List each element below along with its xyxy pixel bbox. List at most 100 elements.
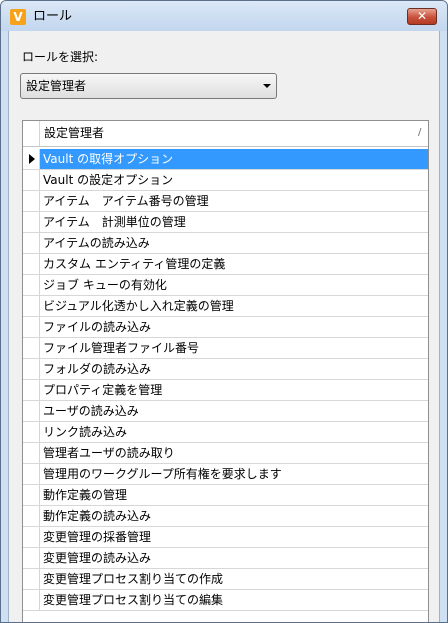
row-header-cell[interactable] xyxy=(23,170,40,190)
role-dropdown[interactable]: 設定管理者 xyxy=(20,73,277,99)
table-row[interactable]: 管理者ユーザの読み取り xyxy=(23,443,428,464)
permission-label: ジョブ キューの有効化 xyxy=(43,278,167,292)
row-header-cell[interactable] xyxy=(23,296,40,316)
permission-cell[interactable]: ファイル管理者ファイル番号 xyxy=(40,338,428,358)
permission-label: フォルダの読み込み xyxy=(43,362,152,376)
row-header-cell[interactable] xyxy=(23,569,40,589)
vault-app-icon: V xyxy=(10,9,26,25)
permission-label: 変更管理プロセス割り当ての編集 xyxy=(43,593,224,607)
permission-cell[interactable]: ビジュアル化透かし入れ定義の管理 xyxy=(40,296,428,316)
row-header-cell[interactable] xyxy=(23,527,40,547)
permission-cell[interactable]: リンク読み込み xyxy=(40,422,428,442)
table-row[interactable]: プロパティ定義を管理 xyxy=(23,380,428,401)
row-header-cell[interactable] xyxy=(23,275,40,295)
permission-label: アイテムの読み込み xyxy=(43,236,150,250)
row-header-cell[interactable] xyxy=(23,506,40,526)
table-row[interactable]: ファイルの読み込み xyxy=(23,317,428,338)
table-row[interactable]: 管理用のワークグループ所有権を要求します xyxy=(23,464,428,485)
permission-label: 変更管理プロセス割り当ての作成 xyxy=(43,572,224,586)
permission-label: ファイルの読み込み xyxy=(43,320,152,334)
permission-label: ビジュアル化透かし入れ定義の管理 xyxy=(43,299,234,313)
table-row[interactable]: アイテム 計測単位の管理 xyxy=(23,212,428,233)
row-header-cell[interactable] xyxy=(23,149,40,169)
row-header-cell[interactable] xyxy=(23,317,40,337)
window-title: ロール xyxy=(33,9,73,24)
permission-cell[interactable]: プロパティ定義を管理 xyxy=(40,380,428,400)
permission-cell[interactable]: ジョブ キューの有効化 xyxy=(40,275,428,295)
permission-label: 管理用のワークグループ所有権を要求します xyxy=(43,467,282,481)
row-header-cell[interactable] xyxy=(23,359,40,379)
table-row[interactable]: Vault の設定オプション xyxy=(23,170,428,191)
permission-label: アイテム アイテム番号の管理 xyxy=(43,194,209,208)
row-header-cell[interactable] xyxy=(23,338,40,358)
row-header-cell[interactable] xyxy=(23,380,40,400)
row-header-cell[interactable] xyxy=(23,191,40,211)
chevron-down-icon xyxy=(263,84,271,88)
permission-label: プロパティ定義を管理 xyxy=(43,383,163,397)
permission-cell[interactable]: 管理用のワークグループ所有権を要求します xyxy=(40,464,428,484)
permissions-grid[interactable]: 設定管理者 / Vault の取得オプション Vault の設定オプション アイテム… xyxy=(22,120,429,622)
title-bar[interactable]: V ロール ✕ xyxy=(1,1,447,31)
table-row[interactable]: アイテムの読み込み xyxy=(23,233,428,254)
table-row[interactable]: 変更管理プロセス割り当ての作成 xyxy=(23,569,428,590)
permission-label: 変更管理の読み込み xyxy=(43,551,152,565)
permission-label: Vault の設定オプション xyxy=(43,173,174,187)
grid-header-row: 設定管理者 / xyxy=(23,121,428,147)
table-row[interactable]: 変更管理の読み込み xyxy=(23,548,428,569)
column-header-role[interactable]: 設定管理者 xyxy=(44,126,104,140)
permission-label: アイテム 計測単位の管理 xyxy=(43,215,186,229)
permission-label: 変更管理の採番管理 xyxy=(43,530,152,544)
permission-label: ファイル管理者ファイル番号 xyxy=(43,341,200,355)
permission-label: 動作定義の管理 xyxy=(43,488,128,502)
permission-cell[interactable]: 動作定義の管理 xyxy=(40,485,428,505)
roles-dialog: V ロール ✕ ロールを選択: 設定管理者 設定管理者 / Vault の取得オ… xyxy=(0,0,448,623)
table-row[interactable]: リンク読み込み xyxy=(23,422,428,443)
row-header-cell[interactable] xyxy=(23,590,40,610)
permission-label: リンク読み込み xyxy=(43,425,128,439)
permission-cell[interactable]: ユーザの読み込み xyxy=(40,401,428,421)
table-row[interactable]: 変更管理の採番管理 xyxy=(23,527,428,548)
row-header-cell[interactable] xyxy=(23,212,40,232)
row-header-cell[interactable] xyxy=(23,443,40,463)
sort-indicator-icon: / xyxy=(418,127,422,138)
table-row[interactable]: カスタム エンティティ管理の定義 xyxy=(23,254,428,275)
row-header-cell[interactable] xyxy=(23,233,40,253)
row-header-cell[interactable] xyxy=(23,254,40,274)
table-row[interactable]: 動作定義の管理 xyxy=(23,485,428,506)
permission-cell[interactable]: 変更管理の読み込み xyxy=(40,548,428,568)
permission-cell[interactable]: アイテム アイテム番号の管理 xyxy=(40,191,428,211)
permission-cell[interactable]: アイテムの読み込み xyxy=(40,233,428,253)
table-row[interactable]: ジョブ キューの有効化 xyxy=(23,275,428,296)
table-row[interactable]: ユーザの読み込み xyxy=(23,401,428,422)
table-row[interactable]: アイテム アイテム番号の管理 xyxy=(23,191,428,212)
permission-cell[interactable]: 管理者ユーザの読み取り xyxy=(40,443,428,463)
permission-cell[interactable]: Vault の設定オプション xyxy=(40,170,428,190)
close-button[interactable]: ✕ xyxy=(407,8,437,25)
row-header-corner xyxy=(23,121,40,146)
role-select-label: ロールを選択: xyxy=(22,50,99,64)
close-icon: ✕ xyxy=(416,9,428,23)
row-header-cell[interactable] xyxy=(23,401,40,421)
row-header-cell[interactable] xyxy=(23,548,40,568)
row-header-cell[interactable] xyxy=(23,485,40,505)
permission-cell[interactable]: Vault の取得オプション xyxy=(40,149,428,169)
row-header-cell[interactable] xyxy=(23,422,40,442)
table-row[interactable]: フォルダの読み込み xyxy=(23,359,428,380)
role-dropdown-value: 設定管理者 xyxy=(26,79,87,93)
table-row[interactable]: 動作定義の読み込み xyxy=(23,506,428,527)
permission-cell[interactable]: アイテム 計測単位の管理 xyxy=(40,212,428,232)
permission-cell[interactable]: 変更管理プロセス割り当ての作成 xyxy=(40,569,428,589)
permission-cell[interactable]: 変更管理プロセス割り当ての編集 xyxy=(40,590,428,610)
permission-cell[interactable]: 動作定義の読み込み xyxy=(40,506,428,526)
permission-label: ユーザの読み込み xyxy=(43,404,139,418)
permission-cell[interactable]: 変更管理の採番管理 xyxy=(40,527,428,547)
current-row-icon xyxy=(29,154,35,164)
permission-cell[interactable]: カスタム エンティティ管理の定義 xyxy=(40,254,428,274)
table-row[interactable]: ファイル管理者ファイル番号 xyxy=(23,338,428,359)
table-row[interactable]: ビジュアル化透かし入れ定義の管理 xyxy=(23,296,428,317)
table-row[interactable]: Vault の取得オプション xyxy=(23,149,428,170)
table-row[interactable]: 変更管理プロセス割り当ての編集 xyxy=(23,590,428,611)
permission-cell[interactable]: フォルダの読み込み xyxy=(40,359,428,379)
permission-cell[interactable]: ファイルの読み込み xyxy=(40,317,428,337)
row-header-cell[interactable] xyxy=(23,464,40,484)
